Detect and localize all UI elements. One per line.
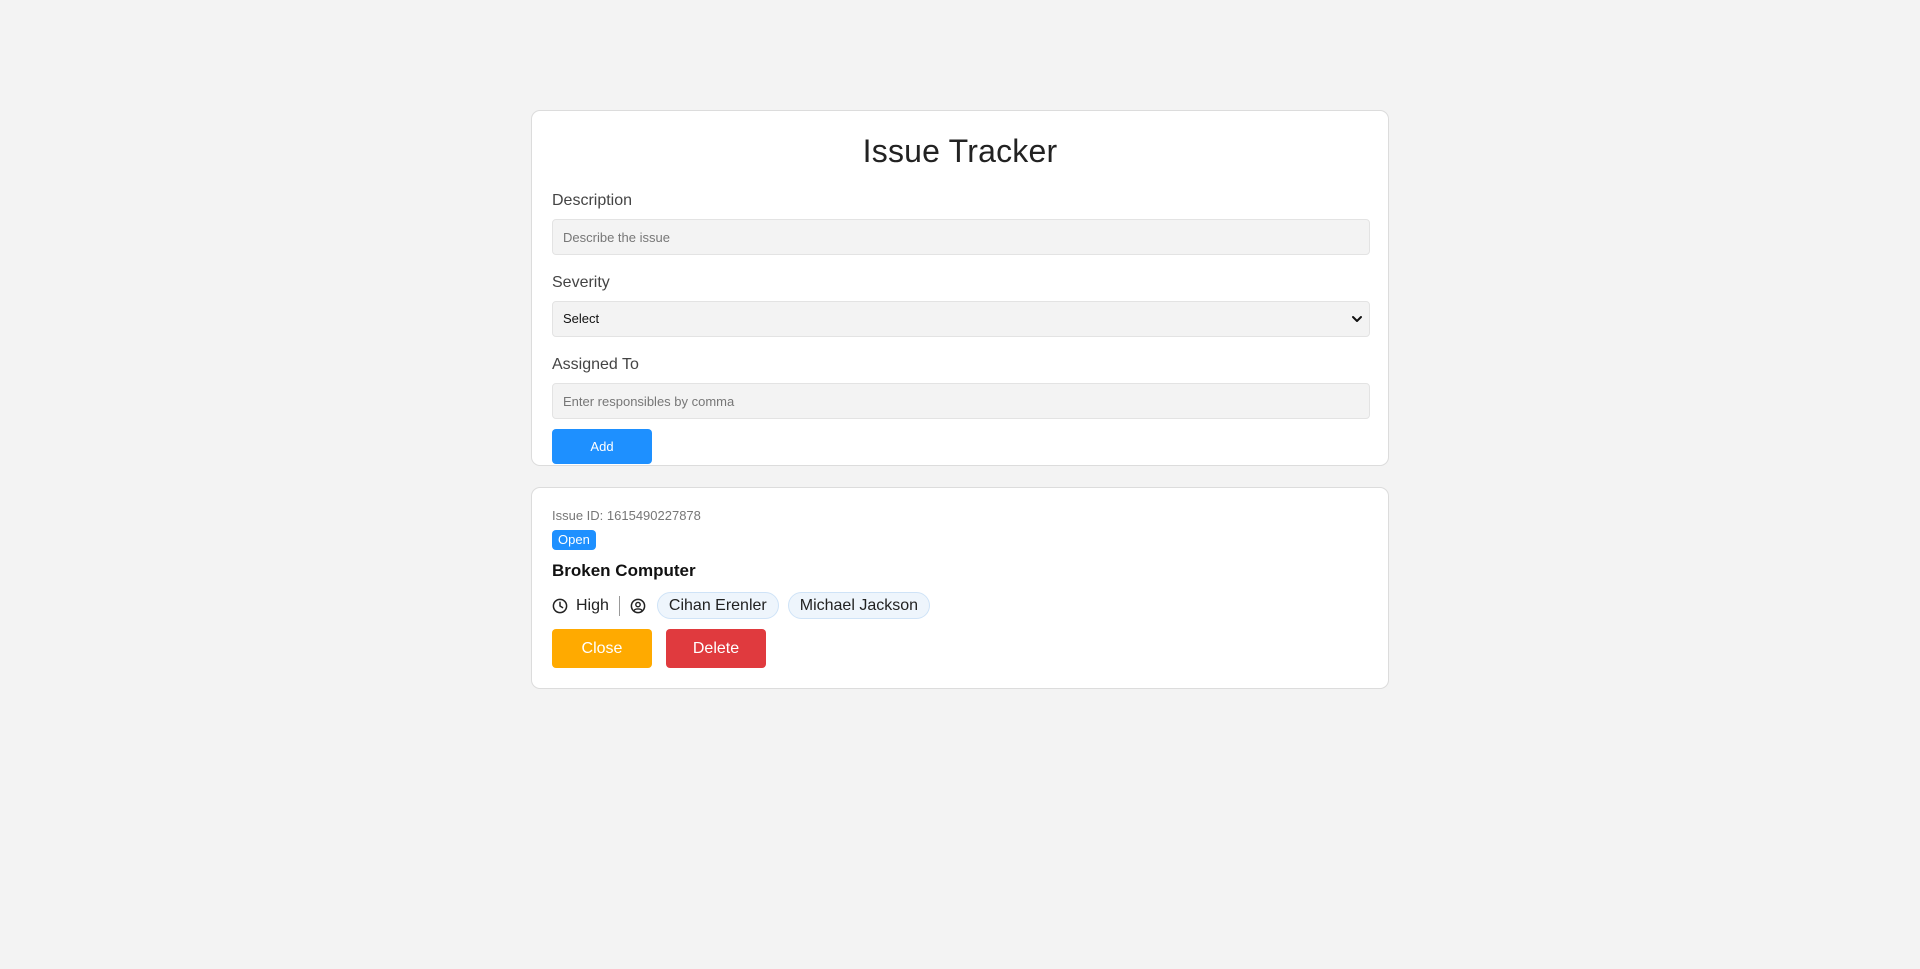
page-title: Issue Tracker — [862, 133, 1058, 169]
issue-title: Broken Computer — [552, 561, 696, 580]
description-label: Description — [552, 192, 633, 209]
issue-actions: Close Delete — [552, 629, 1368, 668]
severity-select-value[interactable]: Select — [552, 301, 1370, 337]
severity-label: Severity — [552, 274, 610, 291]
assignee-chip: Cihan Erenler — [656, 592, 779, 619]
assignee-chip: Michael Jackson — [787, 592, 931, 619]
meta-divider — [618, 595, 620, 616]
issue-form-card: Issue Tracker Description Severity Selec… — [531, 110, 1389, 466]
status-badge: Open — [552, 530, 596, 550]
clock-icon — [552, 598, 568, 613]
issue-id: Issue ID: 1615490227878 — [552, 508, 701, 523]
issue-meta: High Cihan Erenler Michael Jackson — [552, 592, 1368, 619]
assigned-to-label: Assigned To — [552, 356, 639, 373]
delete-issue-button[interactable]: Delete — [666, 629, 766, 668]
add-button[interactable]: Add — [552, 429, 652, 464]
issue-card: Issue ID: 1615490227878 Open Broken Comp… — [531, 487, 1389, 689]
description-input[interactable] — [552, 219, 1370, 255]
severity-selected-text: Select — [563, 311, 600, 326]
user-circle-icon — [630, 598, 646, 613]
chevron-down-icon — [1352, 316, 1362, 322]
assigned-to-input[interactable] — [552, 383, 1370, 419]
close-issue-button[interactable]: Close — [552, 629, 652, 668]
severity-value: High — [576, 596, 609, 614]
severity-select[interactable]: Select — [552, 301, 1370, 337]
